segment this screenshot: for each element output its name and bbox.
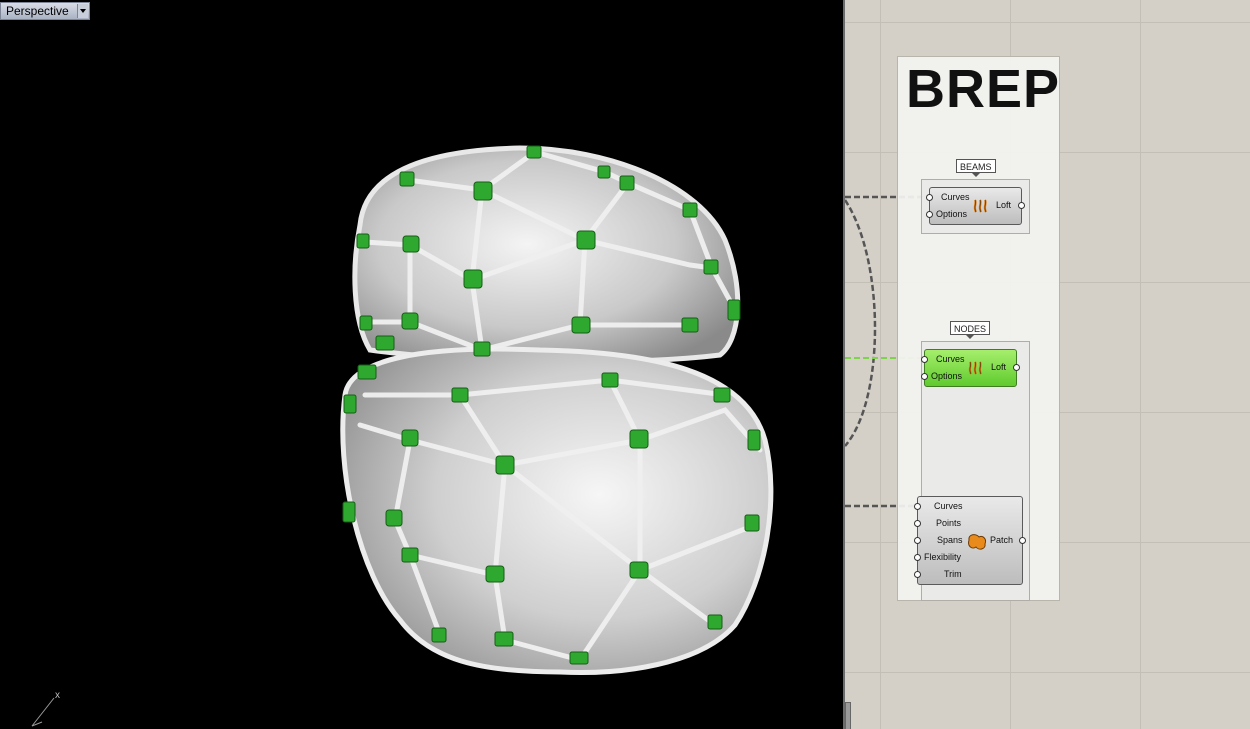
patch-input-spans: Spans: [937, 535, 963, 545]
canvas-scroll-thumb[interactable]: [845, 702, 851, 729]
patch-input-flexibility: Flexibility: [924, 552, 962, 562]
brep-model-render: [340, 145, 774, 675]
group-title: BREP: [906, 59, 1061, 119]
brep-group[interactable]: BREP BEAMS Curves Options Loft NODES Cur…: [897, 56, 1060, 601]
beams-options-input-port[interactable]: [926, 211, 933, 218]
patch-points-input-port[interactable]: [914, 520, 921, 527]
rhino-viewport[interactable]: Perspective x: [0, 0, 843, 729]
nodes-loft-component[interactable]: Curves Options Loft: [921, 349, 1020, 387]
patch-icon: [968, 534, 986, 550]
patch-output-port[interactable]: [1019, 537, 1026, 544]
viewport-menu-dropdown-icon[interactable]: [77, 4, 88, 18]
nodes-input-options: Options: [931, 371, 963, 381]
beams-input-options: Options: [936, 209, 968, 219]
viewport-label: Perspective: [6, 4, 69, 18]
nodes-options-input-port[interactable]: [921, 373, 928, 380]
patch-curves-input-port[interactable]: [914, 503, 921, 510]
wire-options-arc: [845, 199, 877, 447]
beams-tag: BEAMS: [956, 159, 996, 177]
patch-flexibility-input-port[interactable]: [914, 554, 921, 561]
patch-component[interactable]: Curves Points Spans Flexibility Trim Pat…: [914, 496, 1026, 585]
patch-input-trim: Trim: [944, 569, 962, 579]
patch-trim-input-port[interactable]: [914, 571, 921, 578]
beams-loft-output-port[interactable]: [1018, 202, 1025, 209]
loft-icon: [968, 361, 982, 375]
beams-loft-component[interactable]: Curves Options Loft: [926, 187, 1025, 225]
axis-x-label: x: [55, 690, 60, 701]
patch-output-patch: Patch: [990, 535, 1014, 545]
world-axis-icon: x: [31, 690, 60, 727]
beams-input-curves: Curves: [941, 192, 970, 202]
beams-curves-input-port[interactable]: [926, 194, 933, 201]
grasshopper-canvas[interactable]: BREP BEAMS Curves Options Loft NODES Cur…: [845, 0, 1250, 729]
nodes-output-loft: Loft: [991, 362, 1007, 372]
patch-spans-input-port[interactable]: [914, 537, 921, 544]
nodes-loft-output-port[interactable]: [1013, 364, 1020, 371]
patch-input-curves: Curves: [934, 501, 963, 511]
viewport-label-tab[interactable]: Perspective: [0, 2, 90, 20]
nodes-curves-input-port[interactable]: [921, 356, 928, 363]
loft-icon: [973, 199, 987, 213]
patch-input-points: Points: [936, 518, 962, 528]
nodes-tag: NODES: [950, 321, 991, 339]
nodes-input-curves: Curves: [936, 354, 965, 364]
beams-output-loft: Loft: [996, 200, 1012, 210]
